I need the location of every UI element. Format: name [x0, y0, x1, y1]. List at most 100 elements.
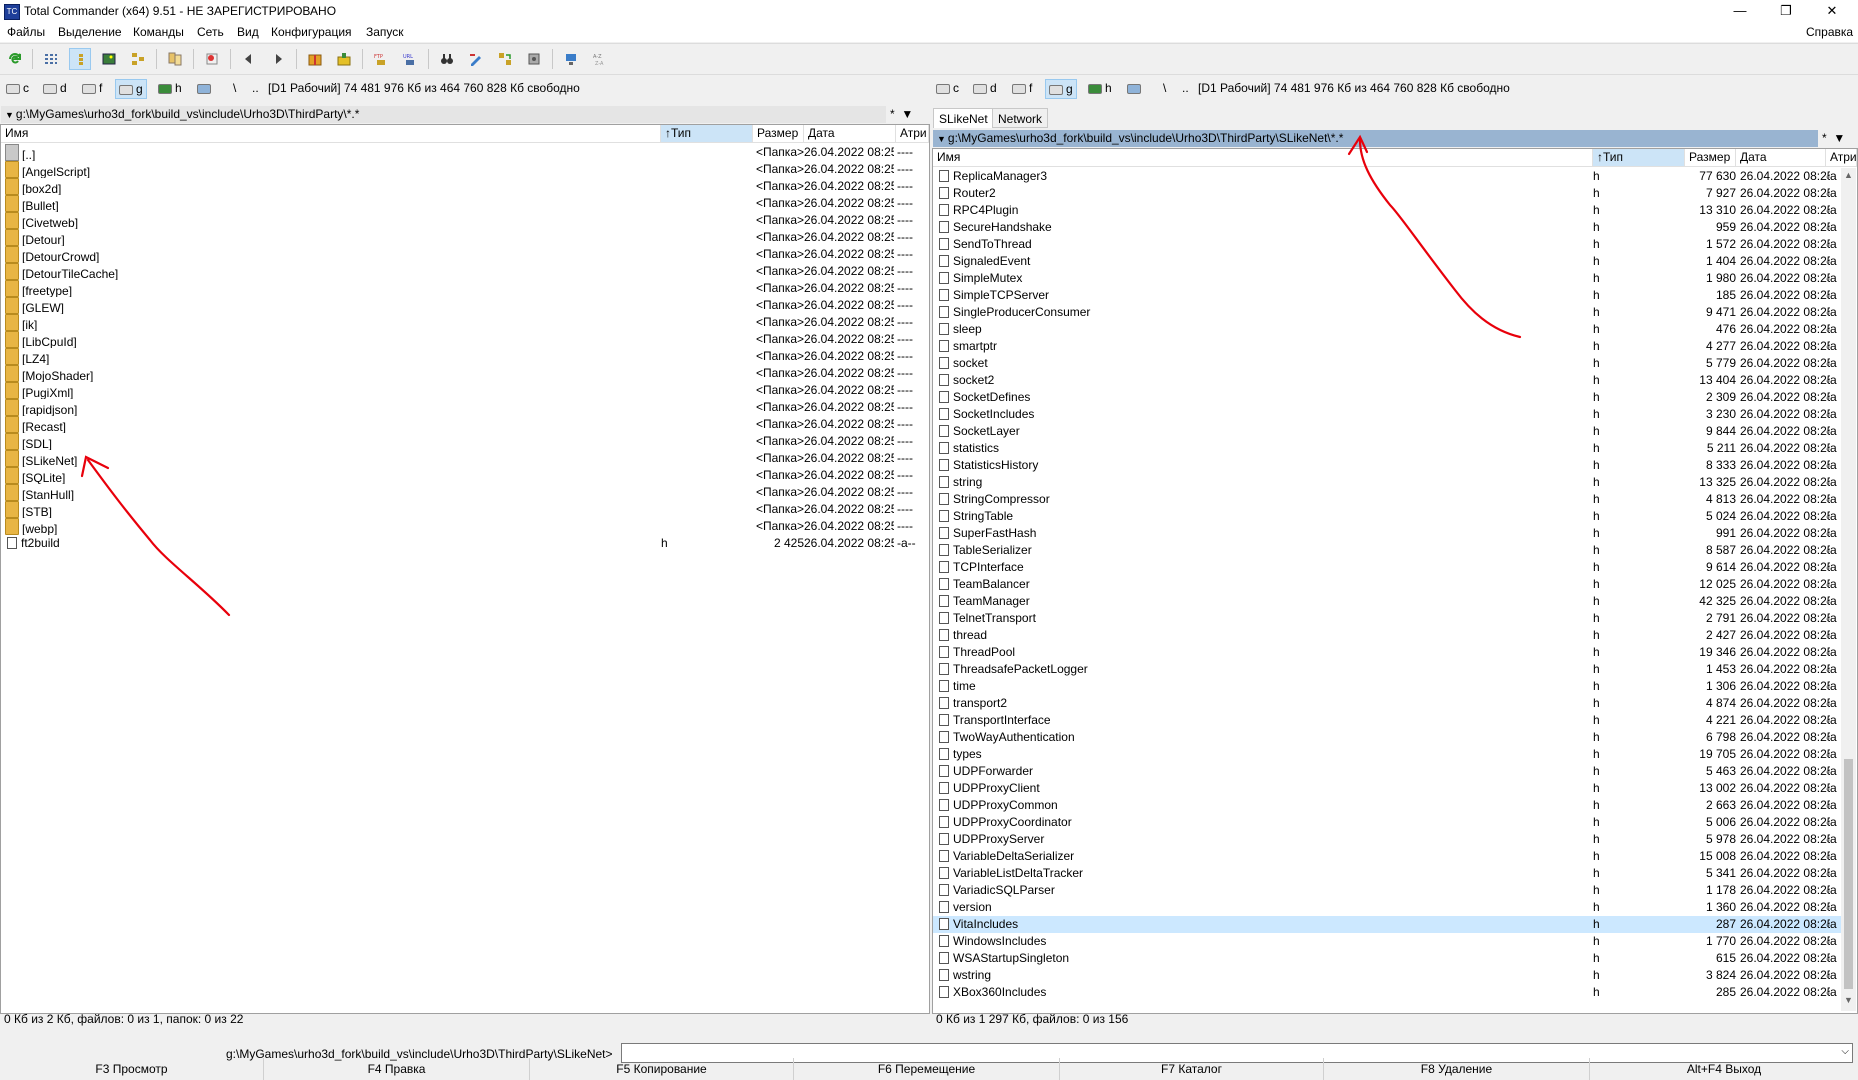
f8-delete-button[interactable]: F8 Удаление [1324, 1058, 1590, 1080]
drive-button-c[interactable]: c [6, 79, 29, 97]
header-size[interactable]: Размер [753, 125, 804, 142]
f6-move-button[interactable]: F6 Перемещение [794, 1058, 1060, 1080]
root-dir-button[interactable]: \ [233, 79, 236, 97]
chevron-down-icon[interactable]: ⌵ [1841, 1046, 1849, 1057]
network-drive-button[interactable] [197, 79, 214, 97]
header-attr[interactable]: Атри [1826, 149, 1857, 166]
drive-button-f[interactable]: f [1012, 79, 1032, 97]
alt-f4-exit-button[interactable]: Alt+F4 Выход [1590, 1058, 1858, 1080]
folder-row[interactable]: [LibCpuId] <Папка> 26.04.2022 08:25 ---- [1, 331, 929, 348]
file-row[interactable]: string h 13 325 26.04.2022 08:25 -a [933, 474, 1841, 491]
file-row[interactable]: VariadicSQLParser h 1 178 26.04.2022 08:25-… [933, 882, 1841, 899]
file-row[interactable]: RPC4Plugin h 13 310 26.04.2022 08:25 -a [933, 202, 1841, 219]
unpack-button[interactable] [333, 48, 355, 70]
right-file-panel[interactable]: Имя ↑Тип Размер Дата Атри ReplicaManager… [932, 148, 1858, 1014]
folder-row[interactable]: [webp] <Папка> 26.04.2022 08:25 ---- [1, 518, 929, 535]
folder-row[interactable]: [Bullet] <Папка> 26.04.2022 08:25 ---- [1, 195, 929, 212]
scroll-up-icon[interactable]: ▲ [1844, 170, 1853, 180]
refresh-button[interactable] [4, 48, 26, 70]
left-path-controls[interactable]: * ▼ [890, 106, 928, 123]
header-name[interactable]: Имя [1, 125, 661, 142]
f3-view-button[interactable]: F3 Просмотр [0, 1058, 264, 1080]
menu-help[interactable]: Справка [1806, 25, 1853, 39]
header-size[interactable]: Размер [1685, 149, 1736, 166]
menu-commands[interactable]: Команды [133, 25, 184, 39]
header-name[interactable]: Имя [933, 149, 1593, 166]
file-row[interactable]: SecureHandshake h 959 26.04.2022 08:25 -a [933, 219, 1841, 236]
file-row[interactable]: transport2 h 4 874 26.04.2022 08:25 -a [933, 695, 1841, 712]
tab-network[interactable]: Network [992, 108, 1049, 128]
folder-row[interactable]: [STB] <Папка> 26.04.2022 08:25 ---- [1, 501, 929, 518]
folder-row[interactable]: [SLikeNet] <Папка> 26.04.2022 08:25 ---- [1, 450, 929, 467]
forward-button[interactable] [267, 48, 289, 70]
full-view-button[interactable] [69, 48, 91, 70]
file-row[interactable]: TeamManager h 42 325 26.04.2022 08:25 -a [933, 593, 1841, 610]
menu-view[interactable]: Вид [237, 25, 259, 39]
folder-row[interactable]: [rapidjson] <Папка> 26.04.2022 08:25 ---- [1, 399, 929, 416]
network-button[interactable] [560, 48, 582, 70]
folder-row[interactable]: [Detour] <Папка> 26.04.2022 08:25 ---- [1, 229, 929, 246]
file-row[interactable]: VariableDeltaSerializer h 15 008 26.04.2022… [933, 848, 1841, 865]
file-row[interactable]: SocketDefines h 2 309 26.04.2022 08:25 -a [933, 389, 1841, 406]
file-row[interactable]: StringTable h 5 024 26.04.2022 08:25 -a [933, 508, 1841, 525]
scrollbar-thumb[interactable] [1844, 759, 1853, 989]
drive-button-d[interactable]: d [43, 79, 67, 97]
file-row[interactable]: UDPProxyCoordinator h 5 006 26.04.2022 08:2… [933, 814, 1841, 831]
folder-row[interactable]: [Civetweb] <Папка> 26.04.2022 08:25 ---- [1, 212, 929, 229]
folder-row[interactable]: [PugiXml] <Папка> 26.04.2022 08:25 ---- [1, 382, 929, 399]
history-dropdown-icon[interactable]: ▼ [901, 107, 913, 121]
folder-row[interactable]: [DetourCrowd] <Папка> 26.04.2022 08:25 ---- [1, 246, 929, 263]
file-row[interactable]: ft2build h 2 425 26.04.2022 08:25 -a-- [1, 535, 929, 552]
network-drive-button[interactable] [1127, 79, 1144, 97]
file-row[interactable]: SimpleMutex h 1 980 26.04.2022 08:25 -a [933, 270, 1841, 287]
right-scrollbar[interactable]: ▲ ▼ [1841, 168, 1856, 1011]
url-connect-button[interactable]: URL [399, 48, 421, 70]
folder-row[interactable]: [MojoShader] <Папка> 26.04.2022 08:25 ---- [1, 365, 929, 382]
file-row[interactable]: Router2 h 7 927 26.04.2022 08:25 -a [933, 185, 1841, 202]
folder-row[interactable]: [DetourTileCache] <Папка> 26.04.2022 08:25… [1, 263, 929, 280]
parent-dir-row[interactable]: [..] <Папка> 26.04.2022 08:25 ---- [1, 144, 929, 161]
drive-button-c[interactable]: c [936, 79, 959, 97]
multi-rename-button[interactable] [465, 48, 487, 70]
file-row[interactable]: SocketLayer h 9 844 26.04.2022 08:25 -a [933, 423, 1841, 440]
parent-dir-button[interactable]: .. [252, 79, 259, 97]
maximize-button[interactable]: ❐ [1763, 0, 1809, 22]
file-row[interactable]: UDPForwarder h 5 463 26.04.2022 08:25 -a [933, 763, 1841, 780]
file-row[interactable]: socket2 h 13 404 26.04.2022 08:25 -a [933, 372, 1841, 389]
drive-button-h[interactable]: h [1088, 79, 1112, 97]
right-path-controls[interactable]: * ▼ [1822, 130, 1858, 147]
select-button[interactable] [201, 48, 223, 70]
file-row[interactable]: StatisticsHistory h 8 333 26.04.2022 08:25-… [933, 457, 1841, 474]
folder-row[interactable]: [GLEW] <Папка> 26.04.2022 08:25 ---- [1, 297, 929, 314]
file-row[interactable]: SingleProducerConsumer h 9 471 26.04.2022 0… [933, 304, 1841, 321]
thumbnails-button[interactable] [98, 48, 120, 70]
menu-run[interactable]: Запуск [366, 25, 404, 39]
f5-copy-button[interactable]: F5 Копирование [530, 1058, 794, 1080]
file-row[interactable]: smartptr h 4 277 26.04.2022 08:25 -a [933, 338, 1841, 355]
folder-row[interactable]: [LZ4] <Папка> 26.04.2022 08:25 ---- [1, 348, 929, 365]
file-row[interactable]: WSAStartupSingleton h 615 26.04.2022 08:25-… [933, 950, 1841, 967]
file-row[interactable]: TelnetTransport h 2 791 26.04.2022 08:25 -a [933, 610, 1841, 627]
file-row[interactable]: VitaIncludes h 287 26.04.2022 08:25 -a [933, 916, 1841, 933]
file-row[interactable]: TwoWayAuthentication h 6 798 26.04.2022 08:… [933, 729, 1841, 746]
file-row[interactable]: SimpleTCPServer h 185 26.04.2022 08:25 -a [933, 287, 1841, 304]
history-dropdown-icon[interactable]: ▼ [1833, 131, 1845, 145]
scroll-down-icon[interactable]: ▼ [1844, 995, 1853, 1005]
f7-mkdir-button[interactable]: F7 Каталог [1060, 1058, 1324, 1080]
file-row[interactable]: socket h 5 779 26.04.2022 08:25 -a [933, 355, 1841, 372]
file-row[interactable]: SignaledEvent h 1 404 26.04.2022 08:25 -a [933, 253, 1841, 270]
file-row[interactable]: ThreadsafePacketLogger h 1 453 26.04.2022 0… [933, 661, 1841, 678]
file-row[interactable]: types h 19 705 26.04.2022 08:25 -a [933, 746, 1841, 763]
drive-button-g[interactable]: g [1045, 79, 1077, 99]
menu-configuration[interactable]: Конфигурация [271, 25, 352, 39]
pack-button[interactable] [304, 48, 326, 70]
file-row[interactable]: SuperFastHash h 991 26.04.2022 08:25 -a [933, 525, 1841, 542]
filter-star[interactable]: * [890, 107, 895, 121]
file-row[interactable]: TeamBalancer h 12 025 26.04.2022 08:25 -a [933, 576, 1841, 593]
f4-edit-button[interactable]: F4 Правка [264, 1058, 530, 1080]
folder-row[interactable]: [AngelScript] <Папка> 26.04.2022 08:25 ---- [1, 161, 929, 178]
file-row[interactable]: version h 1 360 26.04.2022 08:25 -a [933, 899, 1841, 916]
file-row[interactable]: XBox360Includes h 285 26.04.2022 08:25 -a [933, 984, 1841, 1001]
file-row[interactable]: TableSerializer h 8 587 26.04.2022 08:25 -a [933, 542, 1841, 559]
folder-row[interactable]: [ik] <Папка> 26.04.2022 08:25 ---- [1, 314, 929, 331]
